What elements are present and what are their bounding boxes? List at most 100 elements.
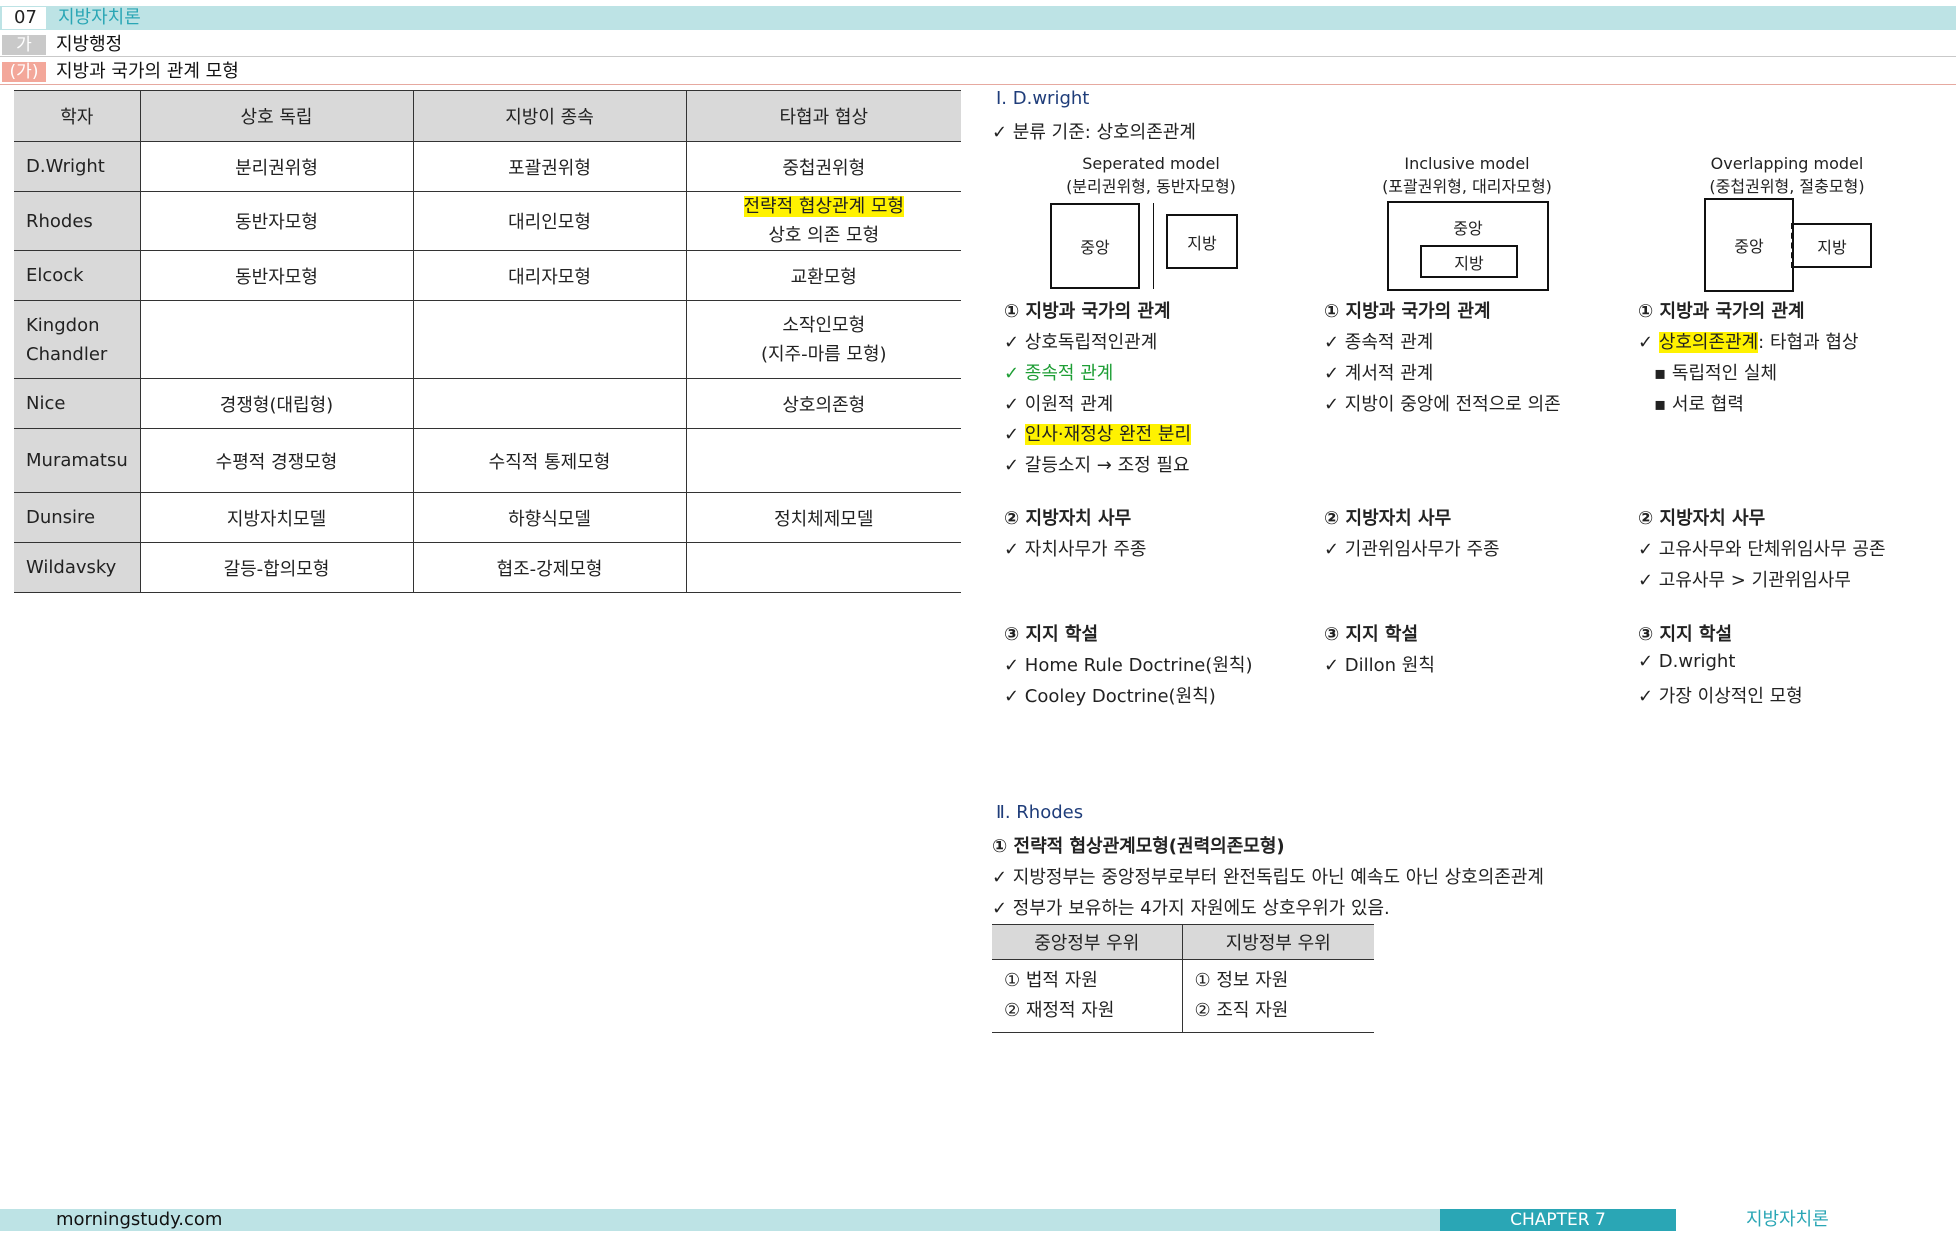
table-cell: 동반자모형 bbox=[139, 191, 413, 251]
col1-affairs-heading: ② 지방자치 사무 bbox=[1004, 508, 1132, 529]
table-cell: 대리인모형 bbox=[412, 191, 686, 251]
diagram-local-box: 지방 bbox=[1166, 214, 1238, 269]
footer-subject: 지방자치론 bbox=[1676, 1209, 1956, 1231]
wright-criterion: ✓ 분류 기준: 상호의존관계 bbox=[992, 122, 1196, 143]
table-row: D.Wright 분리권위형 포괄권위형 중첩권위형 bbox=[14, 141, 961, 192]
table-cell: 포괄권위형 bbox=[412, 141, 686, 192]
highlighted-text: 전략적 협상관계 모형 bbox=[743, 196, 904, 217]
chapter-number: 07 bbox=[2, 7, 46, 29]
col1-relation-item: ✓ 상호독립적인관계 bbox=[1004, 332, 1158, 353]
model-sub-inclusive: (포괄권위형, 대리자모형) bbox=[1382, 177, 1552, 196]
col3-relation-heading: ① 지방과 국가의 관계 bbox=[1638, 301, 1805, 322]
check-mark: ✓ bbox=[1004, 424, 1025, 445]
chapter-header-bar: 07 지방자치론 bbox=[0, 6, 1956, 30]
col1-doctrine-heading: ③ 지지 학설 bbox=[1004, 624, 1099, 645]
col1-doctrine-item: ✓ Cooley Doctrine(원칙) bbox=[1004, 686, 1216, 707]
section-tag: (가) bbox=[2, 62, 46, 82]
col1-relation-item: ✓ 갈등소지 → 조정 필요 bbox=[1004, 455, 1190, 476]
chapter-title: 지방자치론 bbox=[58, 7, 141, 28]
table-cell: 하향식모델 bbox=[412, 492, 686, 543]
col2-doctrine-heading: ③ 지지 학설 bbox=[1324, 624, 1419, 645]
section-title: 지방과 국가의 관계 모형 bbox=[56, 61, 239, 82]
col1-relation-item: ✓ 종속적 관계 bbox=[1004, 363, 1114, 384]
col3-doctrine-heading: ③ 지지 학설 bbox=[1638, 624, 1733, 645]
col3-affairs-item: ✓ 고유사무 > 기관위임사무 bbox=[1638, 570, 1851, 591]
resource-header-row: 중앙정부 우위 지방정부 우위 bbox=[992, 924, 1374, 960]
footer-site: morningstudy.com bbox=[56, 1209, 223, 1230]
table-header-cell: 타협과 협상 bbox=[685, 90, 961, 142]
subsection-tag: 가 bbox=[2, 35, 46, 55]
table-cell bbox=[685, 542, 961, 593]
resource-header-cell: 지방정부 우위 bbox=[1181, 924, 1374, 960]
col2-relation-heading: ① 지방과 국가의 관계 bbox=[1324, 301, 1491, 322]
resource-item: ② 조직 자원 bbox=[1194, 1000, 1289, 1021]
scholar-name: Elcock bbox=[14, 250, 140, 301]
highlighted-text: 인사·재정상 완전 분리 bbox=[1024, 424, 1192, 445]
diagram-central-box: 중앙 bbox=[1704, 198, 1794, 292]
scholar-name: Muramatsu bbox=[14, 428, 140, 493]
scholar-name: Dunsire bbox=[14, 492, 140, 543]
table-cell: 교환모형 bbox=[685, 250, 961, 301]
relation-model-table: 학자 상호 독립 지방이 종속 타협과 협상 D.Wright 분리권위형 포괄… bbox=[14, 90, 961, 593]
table-cell: 지방자치모델 bbox=[139, 492, 413, 543]
rhodes-item: ✓ 정부가 보유하는 4가지 자원에도 상호우위가 있음. bbox=[992, 898, 1390, 919]
subsection-header: 가 지방행정 bbox=[0, 34, 1956, 57]
table-cell: 대리자모형 bbox=[412, 250, 686, 301]
col3-relation-item: ✓ 상호의존관계: 타협과 협상 bbox=[1638, 328, 1858, 354]
table-cell: 동반자모형 bbox=[139, 250, 413, 301]
col2-relation-item: ✓ 계서적 관계 bbox=[1324, 363, 1434, 384]
cell-first-line: 소작인모형 bbox=[782, 314, 866, 336]
table-cell: 협조-강제모형 bbox=[412, 542, 686, 593]
table-row: Kingdon Chandler 소작인모형 (지주-마름 모형) bbox=[14, 300, 961, 379]
scholar-name: D.Wright bbox=[14, 141, 140, 192]
resource-item: ① 법적 자원 bbox=[1004, 970, 1098, 991]
diagram-local-label: 지방 bbox=[1817, 237, 1847, 257]
col1-doctrine-item: ✓ Home Rule Doctrine(원칙) bbox=[1004, 655, 1253, 676]
relation-detail: : 타협과 협상 bbox=[1758, 332, 1859, 353]
model-sub-overlapping: (중첩권위형, 절충모형) bbox=[1709, 177, 1865, 196]
scholar-name: Nice bbox=[14, 378, 140, 429]
table-cell bbox=[139, 300, 413, 379]
scholar-name: Kingdon Chandler bbox=[14, 300, 140, 379]
col2-affairs-heading: ② 지방자치 사무 bbox=[1324, 508, 1452, 529]
resource-cell: ① 법적 자원 ② 재정적 자원 bbox=[992, 959, 1182, 1033]
table-row: Muramatsu 수평적 경쟁모형 수직적 통제모형 bbox=[14, 428, 961, 493]
table-cell: 정치체제모델 bbox=[685, 492, 961, 543]
table-header-cell: 상호 독립 bbox=[139, 90, 413, 142]
col2-relation-item: ✓ 종속적 관계 bbox=[1324, 332, 1434, 353]
col2-relation-item: ✓ 지방이 중앙에 전적으로 의존 bbox=[1324, 394, 1561, 415]
diagram-local-box: 지방 bbox=[1420, 245, 1518, 278]
table-row: Wildavsky 갈등-합의모형 협조-강제모형 bbox=[14, 542, 961, 593]
resource-item: ① 정보 자원 bbox=[1194, 970, 1289, 991]
resource-item: ② 재정적 자원 bbox=[1004, 1000, 1115, 1021]
table-cell bbox=[685, 428, 961, 493]
rhodes-subheading: ① 전략적 협상관계모형(권력의존모형) bbox=[992, 836, 1285, 857]
col1-affairs-item: ✓ 자치사무가 주종 bbox=[1004, 539, 1147, 560]
col1-relation-item: ✓ 인사·재정상 완전 분리 bbox=[1004, 420, 1192, 446]
table-cell: 분리권위형 bbox=[139, 141, 413, 192]
section-header: (가) 지방과 국가의 관계 모형 bbox=[0, 60, 1956, 85]
model-sub-separated: (분리권위형, 동반자모형) bbox=[1066, 177, 1236, 196]
wright-heading: Ⅰ. D.wright bbox=[996, 88, 1090, 109]
model-title-overlapping: Overlapping model bbox=[1710, 154, 1864, 173]
check-mark: ✓ bbox=[1638, 332, 1659, 353]
table-cell: 전략적 협상관계 모형 상호 의존 모형 bbox=[685, 191, 961, 251]
rhodes-heading: Ⅱ. Rhodes bbox=[996, 802, 1084, 823]
scholar-name-line1: Kingdon bbox=[26, 314, 100, 336]
col1-relation-item: ✓ 이원적 관계 bbox=[1004, 394, 1114, 415]
scholar-name-line2: Chandler bbox=[26, 343, 108, 365]
table-cell bbox=[412, 378, 686, 429]
table-cell: 상호의존형 bbox=[685, 378, 961, 429]
table-row: Dunsire 지방자치모델 하향식모델 정치체제모델 bbox=[14, 492, 961, 543]
table-cell: 갈등-합의모형 bbox=[139, 542, 413, 593]
table-header-row: 학자 상호 독립 지방이 종속 타협과 협상 bbox=[14, 90, 961, 142]
cell-second-line: (지주-마름 모형) bbox=[760, 343, 887, 365]
col1-relation-heading: ① 지방과 국가의 관계 bbox=[1004, 301, 1171, 322]
table-cell: 소작인모형 (지주-마름 모형) bbox=[685, 300, 961, 379]
col3-doctrine-item: ✓ D.wright bbox=[1638, 651, 1736, 672]
table-cell bbox=[412, 300, 686, 379]
resource-table: 중앙정부 우위 지방정부 우위 ① 법적 자원 ② 재정적 자원 ① 정보 자원… bbox=[992, 924, 1374, 1033]
scholar-name: Wildavsky bbox=[14, 542, 140, 593]
resource-header-cell: 중앙정부 우위 bbox=[992, 924, 1182, 960]
col3-affairs-heading: ② 지방자치 사무 bbox=[1638, 508, 1766, 529]
